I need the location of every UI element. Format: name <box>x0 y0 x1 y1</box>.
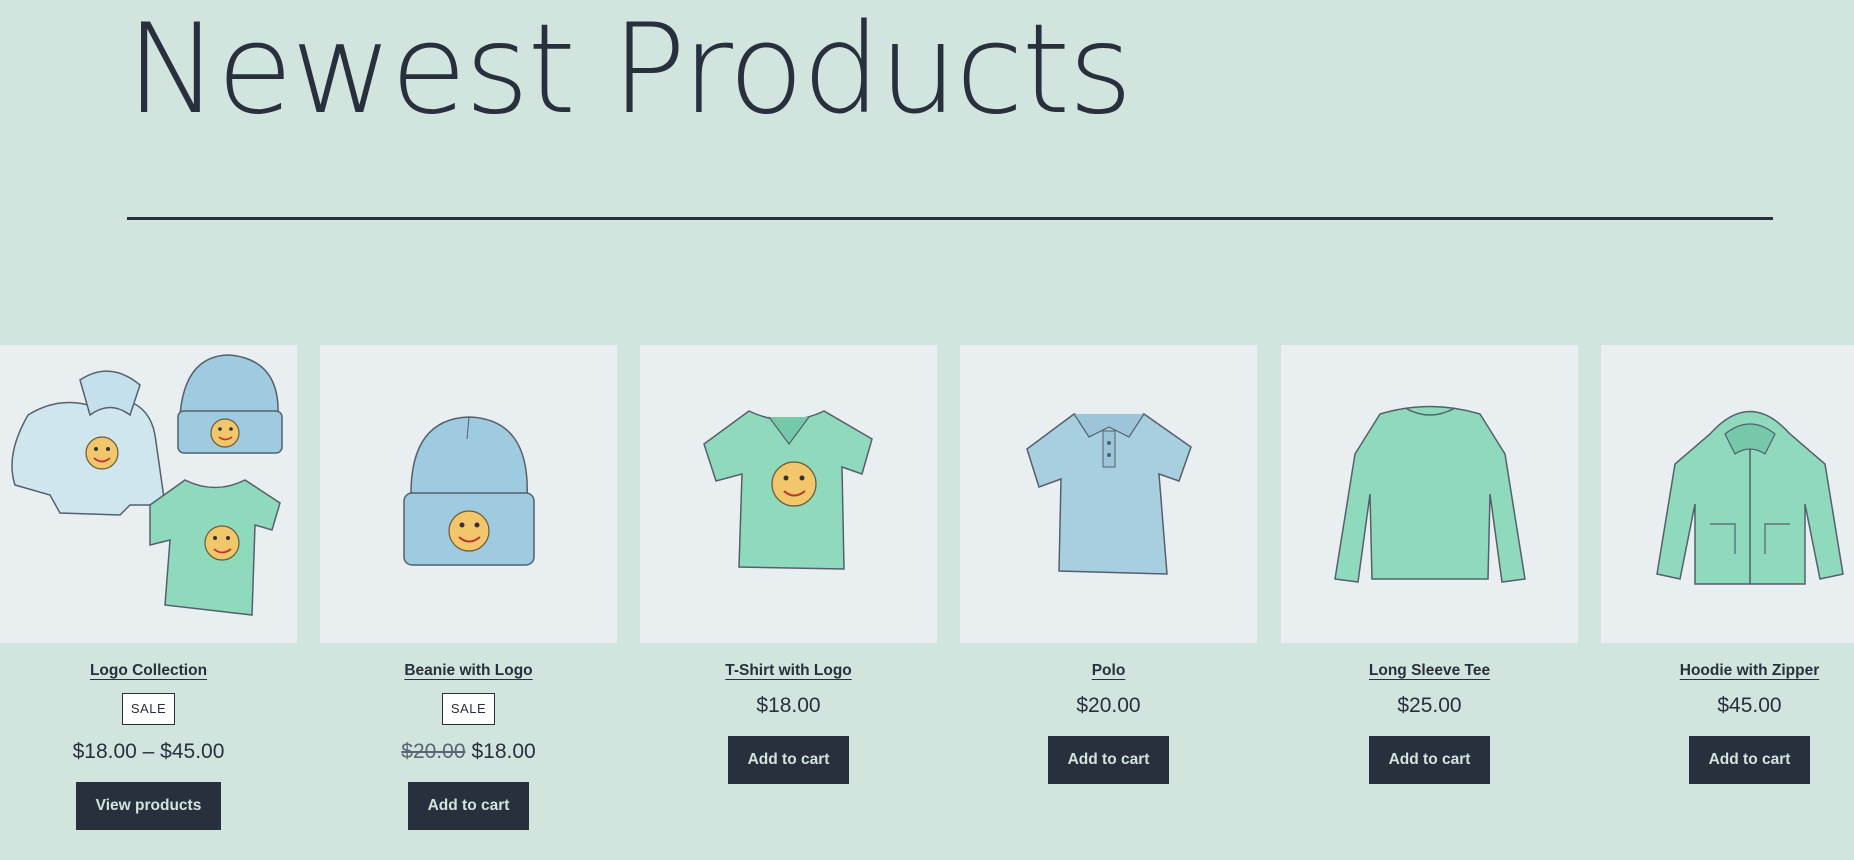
sale-badge: SALE <box>441 693 496 725</box>
product-title-link[interactable]: Hoodie with Zipper <box>1680 661 1820 681</box>
logo-collection-illustration <box>11 354 283 616</box>
product-price: $45.00 <box>1717 694 1782 717</box>
add-to-cart-button[interactable]: Add to cart <box>1047 736 1170 784</box>
page: Newest Products Logo Collection SALE $18… <box>0 0 1854 860</box>
sale-price: $18.00 <box>471 740 536 763</box>
tshirt-illustration <box>702 410 873 570</box>
product-image-tshirt[interactable] <box>640 345 937 643</box>
product-title-link[interactable]: T-Shirt with Logo <box>725 661 852 681</box>
product-price: $18.00 <box>756 694 821 717</box>
product-image-hoodie-with-zipper[interactable] <box>1601 345 1854 643</box>
product-card: Hoodie with Zipper $45.00 Add to cart <box>1601 345 1854 784</box>
product-image-logo-collection[interactable] <box>0 345 297 643</box>
section-divider <box>127 217 1773 220</box>
add-to-cart-button[interactable]: Add to cart <box>407 782 530 830</box>
product-title-link[interactable]: Logo Collection <box>90 661 207 681</box>
product-image-beanie[interactable] <box>320 345 617 643</box>
product-price: $18.00 – $45.00 <box>72 740 225 763</box>
section-heading: Newest Products <box>126 0 1133 142</box>
add-to-cart-button[interactable]: Add to cart <box>727 736 850 784</box>
product-image-polo[interactable] <box>960 345 1257 643</box>
product-title-link[interactable]: Polo <box>1092 661 1126 681</box>
view-products-button[interactable]: View products <box>75 782 222 830</box>
hoodie-illustration <box>1655 410 1844 585</box>
product-grid: Logo Collection SALE $18.00 – $45.00 Vie… <box>0 345 1854 860</box>
original-price: $20.00 <box>401 740 466 763</box>
add-to-cart-button[interactable]: Add to cart <box>1368 736 1491 784</box>
product-card: T-Shirt with Logo $18.00 Add to cart <box>640 345 937 784</box>
product-price: $20.00 <box>1076 694 1141 717</box>
beanie-illustration <box>402 416 535 566</box>
product-title-link[interactable]: Long Sleeve Tee <box>1369 661 1490 681</box>
add-to-cart-button[interactable]: Add to cart <box>1688 736 1811 784</box>
product-card: Long Sleeve Tee $25.00 Add to cart <box>1281 345 1578 784</box>
sale-badge: SALE <box>121 693 176 725</box>
product-price: $25.00 <box>1397 694 1462 717</box>
product-card: Logo Collection SALE $18.00 – $45.00 Vie… <box>0 345 297 830</box>
product-price: $20.00 $18.00 <box>320 739 617 765</box>
product-image-long-sleeve-tee[interactable] <box>1281 345 1578 643</box>
long-sleeve-tee-illustration <box>1333 405 1526 583</box>
product-card: Beanie with Logo SALE $20.00 $18.00 Add t… <box>320 345 617 830</box>
polo-illustration <box>1025 413 1192 575</box>
product-card: Polo $20.00 Add to cart <box>960 345 1257 784</box>
product-title-link[interactable]: Beanie with Logo <box>404 661 532 681</box>
